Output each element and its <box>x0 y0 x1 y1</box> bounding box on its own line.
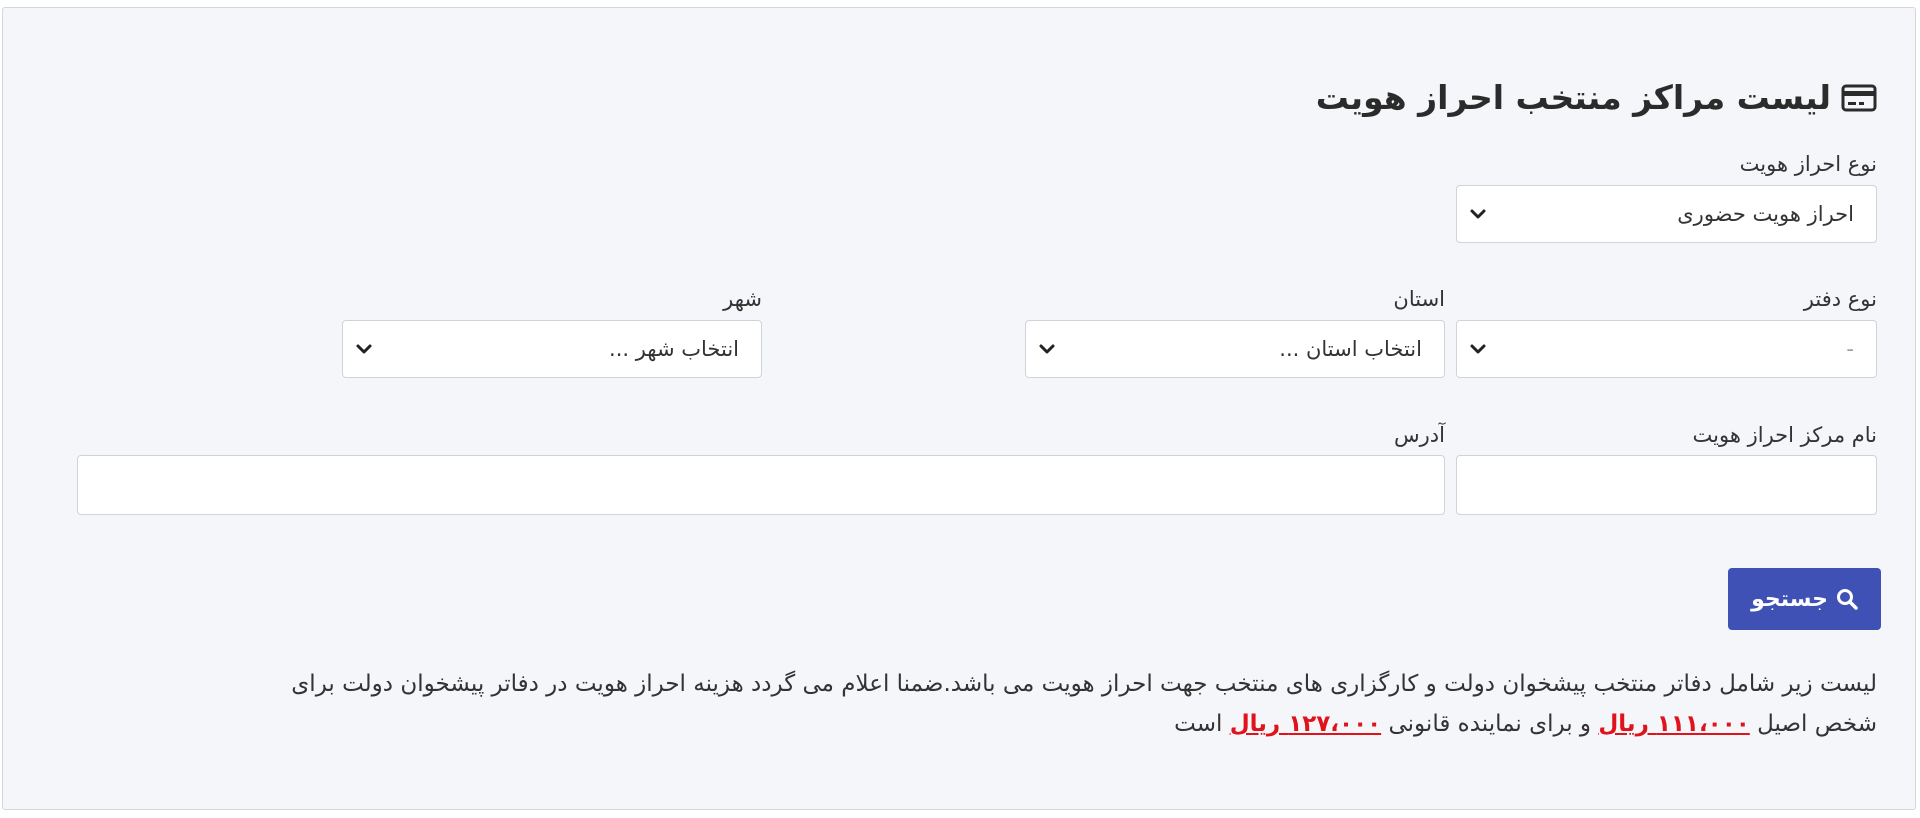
fee-notice: لیست زیر شامل دفاتر منتخب پیشخوان دولت و… <box>31 664 1877 744</box>
page-title-text: لیست مراکز منتخب احراز هویت <box>1315 78 1831 117</box>
verification-type-label: نوع احراز هویت <box>1739 152 1877 176</box>
office-type-select[interactable]: - <box>1456 320 1877 378</box>
center-name-label: نام مرکز احراز هویت <box>1692 423 1877 447</box>
chevron-down-icon <box>1470 344 1486 354</box>
chevron-down-icon <box>1470 209 1486 219</box>
verification-type-value: احراز هویت حضوری <box>1677 202 1854 226</box>
notice-after-text: است <box>1174 711 1223 737</box>
credit-card-icon <box>1841 84 1877 111</box>
center-name-input[interactable] <box>1456 455 1877 515</box>
office-type-value: - <box>1846 337 1854 361</box>
city-select[interactable]: انتخاب شهر ... <box>342 320 762 378</box>
verification-type-select[interactable]: احراز هویت حضوری <box>1456 185 1877 243</box>
province-label: استان <box>1393 287 1445 311</box>
notice-line-1: لیست زیر شامل دفاتر منتخب پیشخوان دولت و… <box>291 671 1877 697</box>
city-value: انتخاب شهر ... <box>609 337 739 361</box>
office-type-label: نوع دفتر <box>1803 287 1877 311</box>
province-value: انتخاب استان ... <box>1279 337 1422 361</box>
identity-centers-panel: لیست مراکز منتخب احراز هویت نوع احراز هو… <box>2 7 1916 810</box>
city-label: شهر <box>723 287 762 311</box>
price-principal: ۱۱۱،۰۰۰ ریال <box>1598 711 1750 737</box>
search-button[interactable]: جستجو <box>1728 568 1881 630</box>
notice-principal-text: شخص اصیل <box>1757 711 1877 737</box>
price-representative: ۱۲۷،۰۰۰ ریال <box>1229 711 1382 737</box>
chevron-down-icon <box>356 344 372 354</box>
chevron-down-icon <box>1039 344 1055 354</box>
page-title: لیست مراکز منتخب احراز هویت <box>1316 78 1877 117</box>
province-select[interactable]: انتخاب استان ... <box>1025 320 1445 378</box>
search-icon <box>1836 589 1858 610</box>
search-button-label: جستجو <box>1751 586 1828 612</box>
address-label: آدرس <box>1394 423 1445 447</box>
notice-between-text: و برای نماینده قانونی <box>1388 711 1592 737</box>
address-input[interactable] <box>77 455 1445 515</box>
